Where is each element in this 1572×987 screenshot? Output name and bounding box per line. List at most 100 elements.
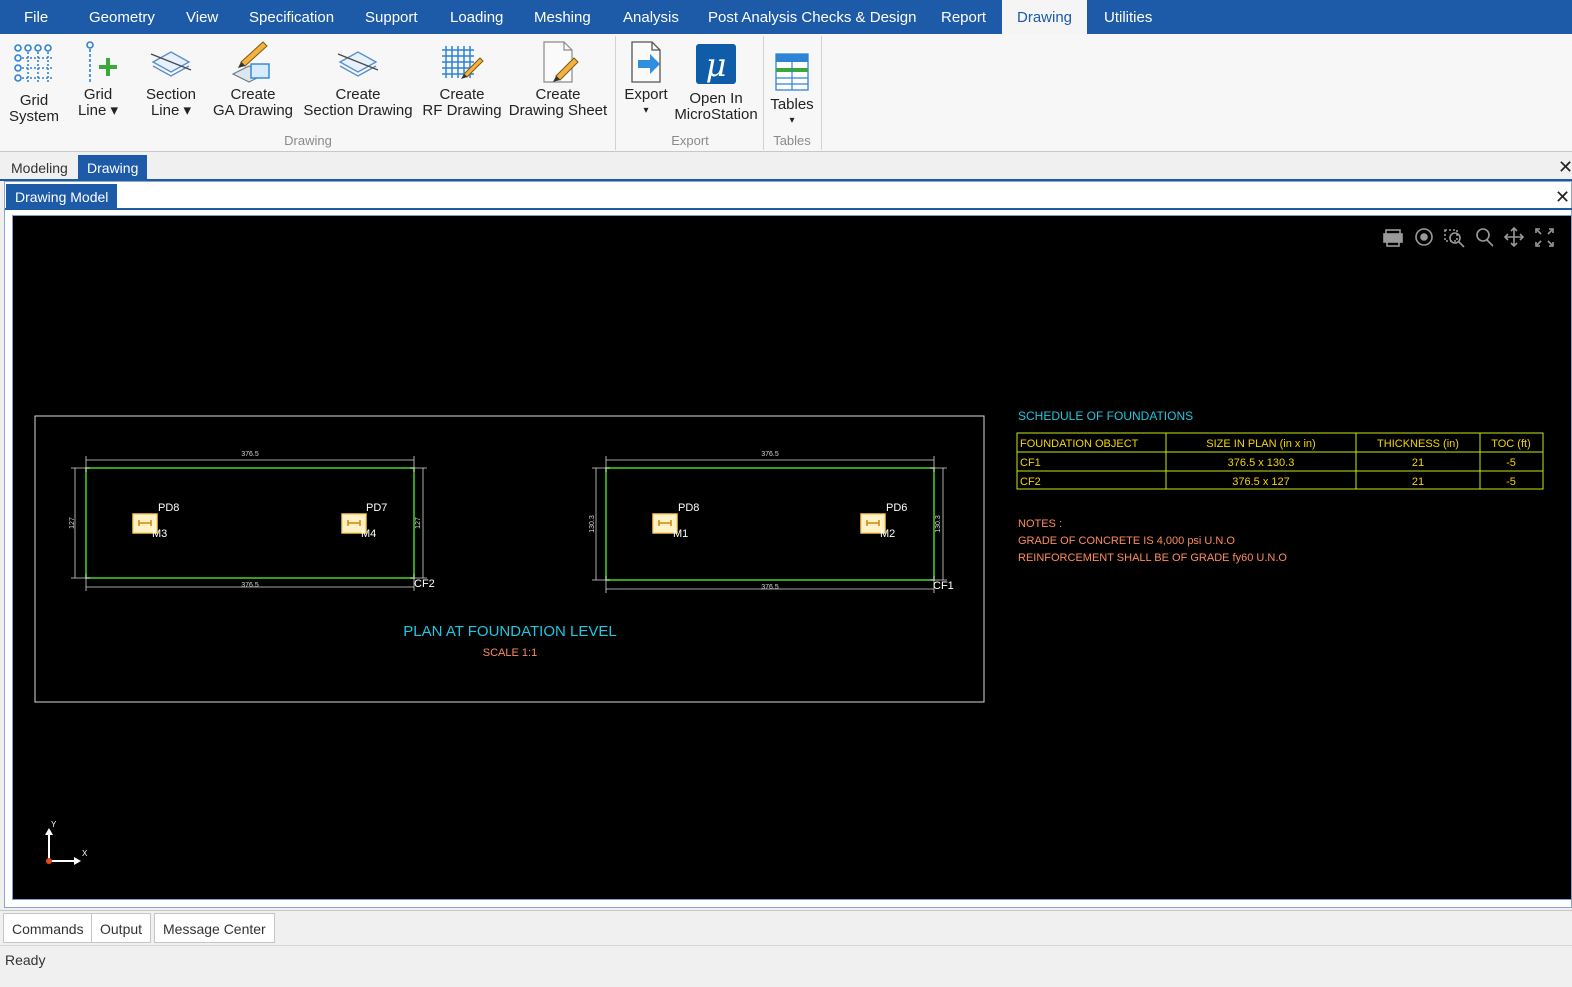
menu-view[interactable]: View (186, 0, 218, 34)
plan-scale: SCALE 1:1 (483, 647, 537, 659)
pedestal-label: PD8 (158, 502, 179, 514)
axis-x-label: X (82, 849, 88, 858)
drawing-sheet-label-2: Drawing Sheet (508, 102, 608, 119)
grid-line-label-2: Line ▾ (77, 102, 119, 119)
view-icon[interactable] (1415, 228, 1433, 246)
schedule-title: SCHEDULE OF FOUNDATIONS (1018, 409, 1193, 423)
grid-system-button[interactable]: Grid System (8, 40, 60, 125)
dim-right: 130.3 (935, 515, 942, 533)
schedule-cell: 376.5 x 130.3 (1228, 457, 1295, 469)
section-drawing-label-2: Section Drawing (303, 102, 413, 119)
pedestal-label: PD7 (366, 502, 387, 514)
document-tabs: Modeling Drawing (0, 153, 1572, 180)
dim-right: 127 (415, 517, 422, 529)
grid-line-button[interactable]: Grid Line ▾ (74, 40, 122, 119)
footing-label: CF1 (933, 580, 954, 592)
tab-drawing[interactable]: Drawing (78, 155, 148, 180)
grid-line-label-1: Grid (83, 86, 113, 103)
footing-cf1[interactable]: 376.5 376.5 130.3 130.3 PD8 M1 PD6 M2 CF… (589, 451, 954, 593)
export-dropdown-arrow: ▾ (643, 105, 649, 116)
rf-drawing-label-1: Create (439, 86, 485, 103)
menu-meshing[interactable]: Meshing (534, 0, 591, 34)
schedule-cell: 21 (1412, 476, 1424, 488)
note-line: GRADE OF CONCRETE IS 4,000 psi U.N.O (1018, 535, 1235, 547)
ribbon-separator (821, 36, 822, 150)
dim-top: 376.5 (241, 451, 259, 458)
zoom-icon[interactable] (1476, 228, 1494, 247)
export-button[interactable]: Export ▾ (620, 40, 672, 119)
tab-commands[interactable]: Commands (3, 913, 93, 943)
section-line-button[interactable]: Section Line ▾ (142, 40, 200, 119)
create-section-drawing-button[interactable]: Create Section Drawing (302, 40, 414, 119)
menu-utilities[interactable]: Utilities (1104, 0, 1152, 34)
menu-analysis[interactable]: Analysis (623, 0, 679, 34)
drawing-sheet-icon (543, 41, 579, 83)
pedestal-label: PD8 (678, 502, 699, 514)
tab-drawing-model[interactable]: Drawing Model (6, 184, 118, 208)
member-label: M3 (152, 528, 167, 540)
schedule-cell: -5 (1506, 476, 1516, 488)
close-icon[interactable]: ✕ (1555, 188, 1570, 206)
schedule-cell: 376.5 x 127 (1232, 476, 1290, 488)
menu-report[interactable]: Report (941, 0, 986, 34)
axis-y-label: Y (51, 820, 57, 829)
drawing-sheet-label-1: Create (535, 86, 581, 103)
open-in-microstation-button[interactable]: μ Open In MicroStation (672, 40, 760, 123)
fit-view-icon[interactable] (1535, 228, 1554, 247)
schedule-cell: CF2 (1020, 476, 1041, 488)
tab-output[interactable]: Output (91, 913, 152, 943)
grid-system-icon (14, 44, 54, 84)
tab-message-center[interactable]: Message Center (154, 913, 275, 943)
menu-support[interactable]: Support (365, 0, 418, 34)
print-icon[interactable] (1383, 229, 1403, 247)
section-line-icon (150, 51, 192, 77)
schedule-table: FOUNDATION OBJECT SIZE IN PLAN (in x in)… (1016, 432, 1544, 490)
close-icon[interactable]: ✕ (1558, 158, 1572, 176)
cad-canvas: 376.5 376.5 127 127 PD8 M3 PD7 M4 CF2 37… (34, 226, 1554, 865)
schedule-header: THICKNESS (in) (1377, 438, 1459, 450)
menu-bar: File Geometry View Specification Support… (0, 0, 1572, 34)
footing-label: CF2 (414, 578, 435, 590)
svg-text:μ: μ (706, 46, 727, 84)
export-label-1: Export (624, 86, 668, 103)
pan-icon[interactable] (1503, 226, 1525, 248)
grid-system-label-2: System (8, 108, 59, 125)
drawing-group-label: Drawing (284, 133, 332, 148)
zoom-window-icon[interactable] (1444, 229, 1465, 248)
drawing-viewport[interactable]: 376.5 376.5 127 127 PD8 M3 PD7 M4 CF2 37… (12, 215, 1572, 900)
tab-modeling[interactable]: Modeling (2, 155, 77, 180)
menu-post-analysis[interactable]: Post Analysis Checks & Design (708, 0, 916, 34)
create-rf-drawing-button[interactable]: Create RF Drawing (422, 40, 502, 119)
section-drawing-label-1: Create (335, 86, 381, 103)
pedestal-label: PD6 (886, 502, 907, 514)
section-drawing-icon (337, 51, 379, 77)
status-text: Ready (5, 952, 46, 968)
menu-drawing[interactable]: Drawing (1002, 0, 1088, 34)
ribbon-separator (615, 36, 616, 150)
tables-dropdown-arrow: ▾ (789, 115, 795, 126)
create-drawing-sheet-button[interactable]: Create Drawing Sheet (508, 40, 608, 119)
schedule-header: TOC (ft) (1491, 438, 1531, 450)
application-window: File Geometry View Specification Support… (0, 0, 1572, 987)
create-ga-drawing-button[interactable]: Create GA Drawing (211, 40, 295, 119)
origin-marker (46, 858, 52, 864)
menu-specification[interactable]: Specification (249, 0, 334, 34)
menu-geometry[interactable]: Geometry (89, 0, 155, 34)
member-label: M2 (880, 528, 895, 540)
tables-button[interactable]: Tables ▾ (766, 40, 818, 129)
ribbon-separator (763, 36, 764, 150)
tables-label-1: Tables (770, 96, 814, 113)
schedule-header: SIZE IN PLAN (in x in) (1206, 438, 1315, 450)
section-line-label-1: Section (145, 86, 197, 103)
microstation-icon: μ (696, 44, 736, 84)
rf-drawing-icon (442, 46, 484, 79)
menu-file[interactable]: File (24, 0, 48, 34)
ribbon: Grid System Grid Line ▾ Section Line ▾ C… (0, 34, 1572, 152)
grid-line-icon (86, 41, 117, 82)
ga-drawing-icon (231, 41, 270, 83)
footing-cf2[interactable]: 376.5 376.5 127 127 PD8 M3 PD7 M4 CF2 (69, 451, 435, 591)
dim-top: 376.5 (761, 451, 779, 458)
bottom-tabs: Commands Output Message Center (0, 910, 1572, 944)
menu-loading[interactable]: Loading (450, 0, 503, 34)
tables-icon (775, 53, 809, 91)
